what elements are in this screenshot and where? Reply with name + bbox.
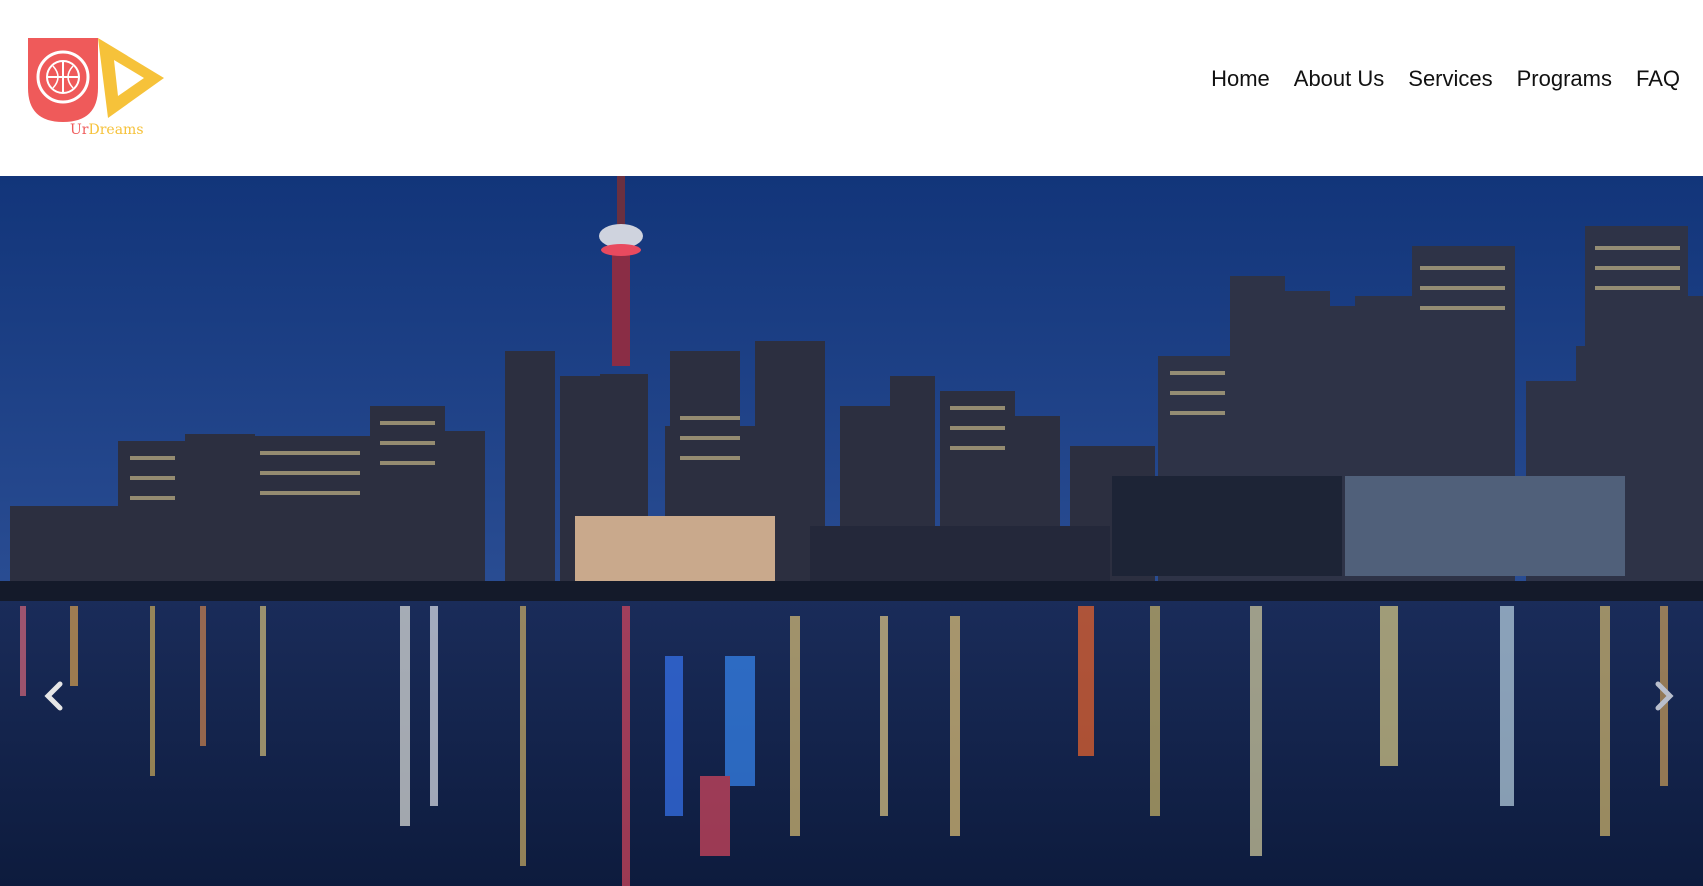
chevron-left-icon (44, 681, 63, 711)
slider-prev-button[interactable] (40, 681, 68, 711)
brand-logo[interactable]: UrDreams (26, 36, 186, 140)
nav-programs[interactable]: Programs (1517, 66, 1612, 92)
logo-mark-icon (28, 38, 164, 122)
site-header: UrDreams Home About Us Services Programs… (0, 0, 1703, 176)
nav-services[interactable]: Services (1408, 66, 1492, 92)
hero-slider (0, 176, 1703, 886)
nav-faq[interactable]: FAQ (1636, 66, 1680, 92)
nav-about-us[interactable]: About Us (1294, 66, 1385, 92)
hero-city-skyline-image (0, 176, 1703, 886)
slider-next-button[interactable] (1650, 681, 1678, 711)
main-nav: Home About Us Services Programs FAQ (1211, 66, 1680, 92)
nav-home[interactable]: Home (1211, 66, 1270, 92)
logo-wordmark: UrDreams (70, 122, 144, 138)
chevron-right-icon (1655, 681, 1674, 711)
